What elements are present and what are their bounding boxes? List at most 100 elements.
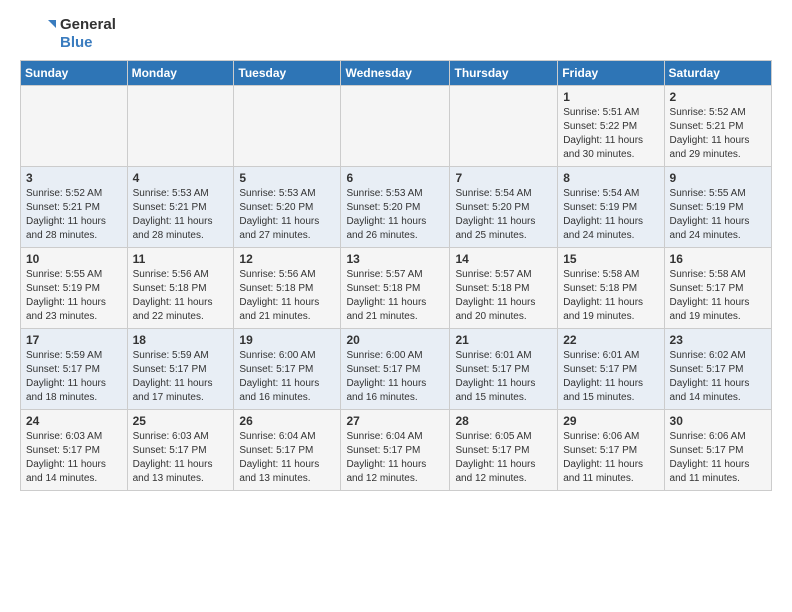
calendar-cell-w2d5: 15 Sunrise: 5:58 AM Sunset: 5:18 PM Dayli… bbox=[558, 248, 664, 329]
calendar-cell-w4d2: 26 Sunrise: 6:04 AM Sunset: 5:17 PM Dayli… bbox=[234, 410, 341, 491]
dow-header-tuesday: Tuesday bbox=[234, 61, 341, 86]
day-info: Sunrise: 6:04 AM Sunset: 5:17 PM Dayligh… bbox=[346, 430, 444, 486]
day-number: 28 bbox=[455, 414, 552, 428]
day-info: Sunrise: 5:56 AM Sunset: 5:18 PM Dayligh… bbox=[133, 268, 229, 324]
day-number: 16 bbox=[670, 252, 766, 266]
day-number: 5 bbox=[239, 171, 335, 185]
calendar-cell-w1d1: 4 Sunrise: 5:53 AM Sunset: 5:21 PM Daylig… bbox=[127, 167, 234, 248]
calendar-cell-w0d1 bbox=[127, 86, 234, 167]
day-number: 24 bbox=[26, 414, 122, 428]
calendar-cell-w1d0: 3 Sunrise: 5:52 AM Sunset: 5:21 PM Daylig… bbox=[21, 167, 128, 248]
day-info: Sunrise: 6:04 AM Sunset: 5:17 PM Dayligh… bbox=[239, 430, 335, 486]
logo-graphic bbox=[20, 16, 56, 52]
calendar-cell-w1d3: 6 Sunrise: 5:53 AM Sunset: 5:20 PM Daylig… bbox=[341, 167, 450, 248]
day-number: 12 bbox=[239, 252, 335, 266]
calendar-cell-w2d6: 16 Sunrise: 5:58 AM Sunset: 5:17 PM Dayli… bbox=[664, 248, 771, 329]
day-info: Sunrise: 6:00 AM Sunset: 5:17 PM Dayligh… bbox=[346, 349, 444, 405]
day-number: 11 bbox=[133, 252, 229, 266]
calendar-cell-w3d1: 18Sunrise: 5:59 AM Sunset: 5:17 PM Dayli… bbox=[127, 329, 234, 410]
dow-header-saturday: Saturday bbox=[664, 61, 771, 86]
day-number: 13 bbox=[346, 252, 444, 266]
calendar-cell-w3d5: 22 Sunrise: 6:01 AM Sunset: 5:17 PM Dayli… bbox=[558, 329, 664, 410]
day-info: Sunrise: 5:51 AM Sunset: 5:22 PM Dayligh… bbox=[563, 106, 658, 162]
calendar-cell-w2d3: 13 Sunrise: 5:57 AM Sunset: 5:18 PM Dayli… bbox=[341, 248, 450, 329]
calendar-cell-w0d2 bbox=[234, 86, 341, 167]
calendar-cell-w1d5: 8 Sunrise: 5:54 AM Sunset: 5:19 PM Daylig… bbox=[558, 167, 664, 248]
calendar-cell-w4d5: 29 Sunrise: 6:06 AM Sunset: 5:17 PM Dayli… bbox=[558, 410, 664, 491]
calendar-cell-w4d6: 30 Sunrise: 6:06 AM Sunset: 5:17 PM Dayli… bbox=[664, 410, 771, 491]
day-info: Sunrise: 5:54 AM Sunset: 5:19 PM Dayligh… bbox=[563, 187, 658, 243]
day-number: 9 bbox=[670, 171, 766, 185]
day-number: 30 bbox=[670, 414, 766, 428]
calendar-cell-w3d6: 23 Sunrise: 6:02 AM Sunset: 5:17 PM Dayli… bbox=[664, 329, 771, 410]
day-info: Sunrise: 6:01 AM Sunset: 5:17 PM Dayligh… bbox=[455, 349, 552, 405]
day-number: 25 bbox=[133, 414, 229, 428]
day-info: Sunrise: 6:02 AM Sunset: 5:17 PM Dayligh… bbox=[670, 349, 766, 405]
day-number: 27 bbox=[346, 414, 444, 428]
day-info: Sunrise: 6:06 AM Sunset: 5:17 PM Dayligh… bbox=[563, 430, 658, 486]
day-number: 1 bbox=[563, 90, 658, 104]
calendar-cell-w4d0: 24 Sunrise: 6:03 AM Sunset: 5:17 PM Dayli… bbox=[21, 410, 128, 491]
day-number: 14 bbox=[455, 252, 552, 266]
calendar-cell-w0d0 bbox=[21, 86, 128, 167]
dow-header-wednesday: Wednesday bbox=[341, 61, 450, 86]
day-info: Sunrise: 5:59 AM Sunset: 5:17 PM Dayligh… bbox=[133, 349, 229, 405]
day-number: 3 bbox=[26, 171, 122, 185]
calendar-cell-w4d3: 27 Sunrise: 6:04 AM Sunset: 5:17 PM Dayli… bbox=[341, 410, 450, 491]
dow-header-thursday: Thursday bbox=[450, 61, 558, 86]
calendar-cell-w3d4: 21 Sunrise: 6:01 AM Sunset: 5:17 PM Dayli… bbox=[450, 329, 558, 410]
page-header: General Blue bbox=[20, 16, 772, 52]
day-number: 23 bbox=[670, 333, 766, 347]
logo-blue: Blue bbox=[60, 34, 93, 51]
day-info: Sunrise: 5:58 AM Sunset: 5:17 PM Dayligh… bbox=[670, 268, 766, 324]
calendar-cell-w3d2: 19 Sunrise: 6:00 AM Sunset: 5:17 PM Dayli… bbox=[234, 329, 341, 410]
calendar-cell-w2d1: 11 Sunrise: 5:56 AM Sunset: 5:18 PM Dayli… bbox=[127, 248, 234, 329]
calendar-cell-w2d2: 12 Sunrise: 5:56 AM Sunset: 5:18 PM Dayli… bbox=[234, 248, 341, 329]
calendar-cell-w0d6: 2 Sunrise: 5:52 AM Sunset: 5:21 PM Daylig… bbox=[664, 86, 771, 167]
day-info: Sunrise: 6:05 AM Sunset: 5:17 PM Dayligh… bbox=[455, 430, 552, 486]
day-info: Sunrise: 5:53 AM Sunset: 5:20 PM Dayligh… bbox=[346, 187, 444, 243]
day-info: Sunrise: 6:00 AM Sunset: 5:17 PM Dayligh… bbox=[239, 349, 335, 405]
calendar-cell-w3d0: 17 Sunrise: 5:59 AM Sunset: 5:17 PM Dayli… bbox=[21, 329, 128, 410]
day-number: 6 bbox=[346, 171, 444, 185]
day-number: 20 bbox=[346, 333, 444, 347]
day-number: 26 bbox=[239, 414, 335, 428]
day-number: 19 bbox=[239, 333, 335, 347]
day-info: Sunrise: 6:01 AM Sunset: 5:17 PM Dayligh… bbox=[563, 349, 658, 405]
dow-header-monday: Monday bbox=[127, 61, 234, 86]
calendar-cell-w0d4 bbox=[450, 86, 558, 167]
day-info: Sunrise: 5:52 AM Sunset: 5:21 PM Dayligh… bbox=[670, 106, 766, 162]
calendar-cell-w4d4: 28 Sunrise: 6:05 AM Sunset: 5:17 PM Dayli… bbox=[450, 410, 558, 491]
calendar-table: SundayMondayTuesdayWednesdayThursdayFrid… bbox=[20, 60, 772, 491]
day-number: 17 bbox=[26, 333, 122, 347]
calendar-cell-w0d5: 1 Sunrise: 5:51 AM Sunset: 5:22 PM Daylig… bbox=[558, 86, 664, 167]
day-info: Sunrise: 5:56 AM Sunset: 5:18 PM Dayligh… bbox=[239, 268, 335, 324]
day-number: 29 bbox=[563, 414, 658, 428]
calendar-cell-w2d0: 10 Sunrise: 5:55 AM Sunset: 5:19 PM Dayli… bbox=[21, 248, 128, 329]
day-info: Sunrise: 6:03 AM Sunset: 5:17 PM Dayligh… bbox=[26, 430, 122, 486]
day-info: Sunrise: 5:57 AM Sunset: 5:18 PM Dayligh… bbox=[346, 268, 444, 324]
day-number: 4 bbox=[133, 171, 229, 185]
calendar-cell-w4d1: 25Sunrise: 6:03 AM Sunset: 5:17 PM Dayli… bbox=[127, 410, 234, 491]
day-info: Sunrise: 6:06 AM Sunset: 5:17 PM Dayligh… bbox=[670, 430, 766, 486]
calendar-cell-w1d2: 5 Sunrise: 5:53 AM Sunset: 5:20 PM Daylig… bbox=[234, 167, 341, 248]
calendar-cell-w3d3: 20 Sunrise: 6:00 AM Sunset: 5:17 PM Dayli… bbox=[341, 329, 450, 410]
day-info: Sunrise: 5:59 AM Sunset: 5:17 PM Dayligh… bbox=[26, 349, 122, 405]
day-info: Sunrise: 5:55 AM Sunset: 5:19 PM Dayligh… bbox=[670, 187, 766, 243]
day-number: 22 bbox=[563, 333, 658, 347]
day-info: Sunrise: 5:52 AM Sunset: 5:21 PM Dayligh… bbox=[26, 187, 122, 243]
day-number: 21 bbox=[455, 333, 552, 347]
day-info: Sunrise: 5:53 AM Sunset: 5:21 PM Dayligh… bbox=[133, 187, 229, 243]
day-info: Sunrise: 5:55 AM Sunset: 5:19 PM Dayligh… bbox=[26, 268, 122, 324]
calendar-cell-w2d4: 14 Sunrise: 5:57 AM Sunset: 5:18 PM Dayli… bbox=[450, 248, 558, 329]
calendar-cell-w1d6: 9 Sunrise: 5:55 AM Sunset: 5:19 PM Daylig… bbox=[664, 167, 771, 248]
day-info: Sunrise: 5:58 AM Sunset: 5:18 PM Dayligh… bbox=[563, 268, 658, 324]
day-number: 2 bbox=[670, 90, 766, 104]
day-info: Sunrise: 5:53 AM Sunset: 5:20 PM Dayligh… bbox=[239, 187, 335, 243]
day-number: 8 bbox=[563, 171, 658, 185]
day-info: Sunrise: 5:57 AM Sunset: 5:18 PM Dayligh… bbox=[455, 268, 552, 324]
day-number: 15 bbox=[563, 252, 658, 266]
day-number: 10 bbox=[26, 252, 122, 266]
day-number: 7 bbox=[455, 171, 552, 185]
calendar-cell-w0d3 bbox=[341, 86, 450, 167]
